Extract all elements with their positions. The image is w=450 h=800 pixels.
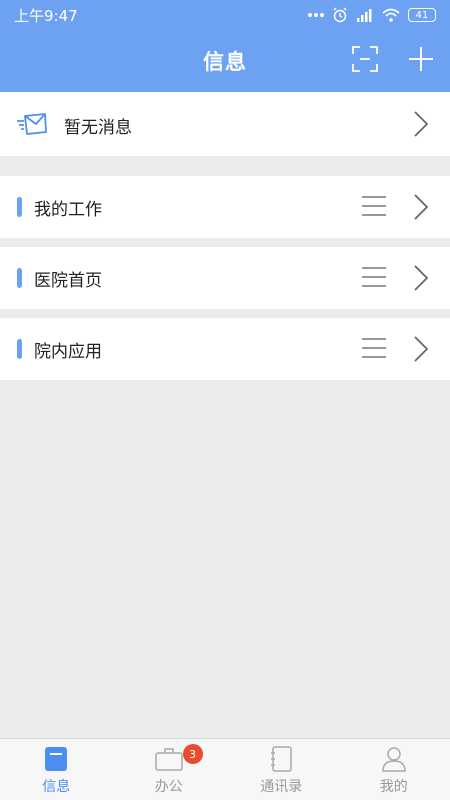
menu-icon[interactable] [362,337,386,359]
alarm-icon [333,7,347,23]
section-label: 医院首页 [34,271,102,291]
chevron-right-icon [414,111,428,137]
notification-badge: 3 [182,744,203,764]
tab-label: 通讯录 [260,779,303,795]
chevron-right-icon [414,194,428,220]
wifi-icon [382,8,400,22]
menu-icon[interactable] [362,266,386,288]
contacts-icon [267,745,295,773]
more-dots-icon [308,13,324,17]
scan-icon [352,46,378,72]
plus-icon [409,47,433,71]
page-title: 信息 [203,50,247,74]
section-accent [17,197,22,217]
add-button[interactable] [406,44,436,74]
scan-button[interactable] [350,44,380,74]
tab-office[interactable]: 办公 3 [113,739,226,800]
section-accent [17,339,22,359]
chat-icon [42,745,70,773]
bottom-tab-bar: 信息 办公 3 通讯录 我的 [0,738,450,800]
battery-level: 41 [415,9,429,21]
section-row-hospital-home[interactable]: 医院首页 [0,247,450,309]
tab-info[interactable]: 信息 [0,739,113,800]
status-icons: 41 [308,7,436,23]
tab-label: 信息 [42,779,71,795]
status-time: 上午9:47 [14,6,78,25]
mail-icon [17,113,47,135]
tab-label: 我的 [379,779,408,795]
tab-label: 办公 [154,779,183,795]
section-label: 我的工作 [34,200,102,220]
battery-icon: 41 [408,8,436,22]
menu-icon[interactable] [362,195,386,217]
briefcase-icon [155,745,183,773]
tab-me[interactable]: 我的 [338,739,450,800]
tab-contacts[interactable]: 通讯录 [225,739,338,800]
header-actions [350,44,436,74]
person-icon [380,745,408,773]
chevron-right-icon [414,265,428,291]
section-label: 院内应用 [34,342,102,362]
section-row-my-work[interactable]: 我的工作 [0,176,450,238]
signal-icon [357,9,372,22]
message-row[interactable]: 暂无消息 [0,92,450,156]
status-bar: 上午9:47 41 [0,0,450,30]
app-header: 上午9:47 41 信息 [0,0,450,92]
section-row-internal-apps[interactable]: 院内应用 [0,318,450,380]
section-accent [17,268,22,288]
chevron-right-icon [414,336,428,362]
message-label: 暂无消息 [64,118,132,138]
screen: 上午9:47 41 信息 暂无消息 我的工作 医院首页 院内应用 信息 办公 3… [0,0,450,800]
